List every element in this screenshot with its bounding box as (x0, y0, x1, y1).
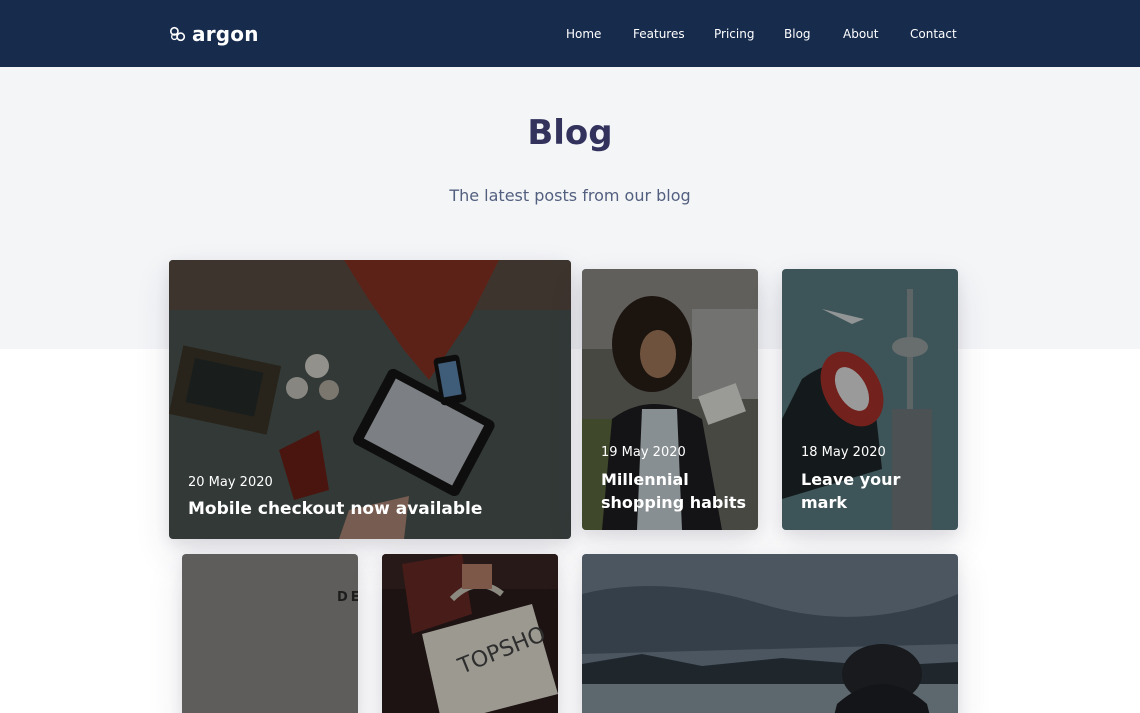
card-body: 19 May 2020 Millennial shopping habits (601, 445, 746, 514)
nav-links: Home Features Pricing Blog About Contact (0, 24, 1140, 44)
post-title: Millennial shopping habits (601, 470, 747, 512)
blog-card[interactable]: DE (182, 554, 358, 713)
post-date: 18 May 2020 (801, 445, 886, 460)
post-date: 19 May 2020 (601, 445, 686, 460)
navbar: argon Home Features Pricing Blog About C… (0, 0, 1140, 67)
blog-card-leave-your-mark[interactable]: 18 May 2020 Leave your mark (782, 269, 958, 530)
nav-link-about[interactable]: About (843, 24, 878, 44)
blog-card-millennial-shopping[interactable]: 19 May 2020 Millennial shopping habits (582, 269, 758, 530)
card-overlay (182, 554, 358, 713)
nav-link-contact[interactable]: Contact (910, 24, 957, 44)
nav-link-pricing[interactable]: Pricing (714, 24, 754, 44)
post-title: Leave your mark (801, 470, 901, 512)
card-overlay (382, 554, 558, 713)
page-subtitle: The latest posts from our blog (449, 186, 691, 205)
blog-card-mobile-checkout[interactable]: 20 May 2020 Mobile checkout now availabl… (169, 260, 571, 539)
post-date: 20 May 2020 (188, 475, 273, 490)
nav-link-features[interactable]: Features (633, 24, 685, 44)
blog-card[interactable]: TOPSHO (382, 554, 558, 713)
card-overlay (582, 554, 958, 713)
post-title: Mobile checkout now available (188, 499, 483, 519)
card-body: 20 May 2020 Mobile checkout now availabl… (188, 475, 559, 521)
nav-link-home[interactable]: Home (566, 24, 601, 44)
card-body: 18 May 2020 Leave your mark (801, 445, 946, 514)
page-title: Blog (527, 113, 613, 153)
blog-card[interactable] (582, 554, 958, 713)
nav-link-blog[interactable]: Blog (784, 24, 811, 44)
